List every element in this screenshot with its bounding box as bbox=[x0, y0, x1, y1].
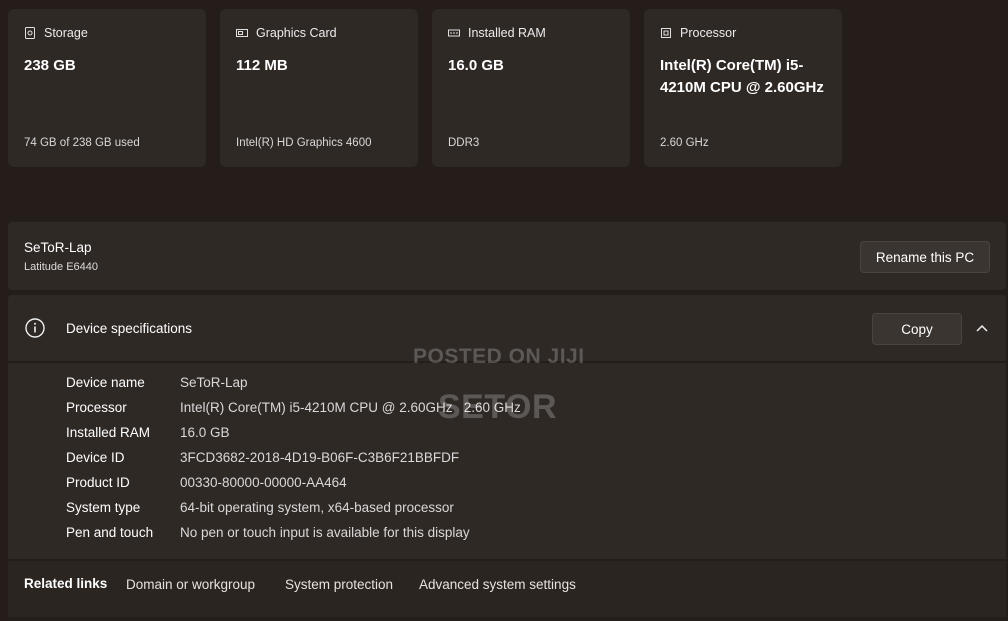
spec-value: 16.0 GB bbox=[180, 425, 230, 440]
graphics-card-sub: Intel(R) HD Graphics 4600 bbox=[236, 137, 372, 149]
storage-card: Storage 238 GB 74 GB of 238 GB used bbox=[8, 9, 206, 167]
processor-card: Processor Intel(R) Core(TM) i5-4210M CPU… bbox=[644, 9, 842, 167]
spec-row-device-id: Device ID 3FCD3682-2018-4D19-B06F-C3B6F2… bbox=[66, 450, 459, 465]
spec-label: System type bbox=[66, 500, 141, 515]
graphics-card-label: Graphics Card bbox=[256, 26, 337, 40]
storage-card-label: Storage bbox=[44, 26, 88, 40]
ram-card-sub: DDR3 bbox=[448, 137, 480, 149]
graphics-card-value: 112 MB bbox=[236, 57, 288, 74]
spec-row-installed-ram: Installed RAM 16.0 GB bbox=[66, 425, 230, 440]
storage-card-header: Storage bbox=[24, 26, 88, 40]
info-icon bbox=[25, 318, 45, 338]
ram-card: Installed RAM 16.0 GB DDR3 bbox=[432, 9, 630, 167]
spec-value: 64-bit operating system, x64-based proce… bbox=[180, 500, 454, 515]
device-specifications-title: Device specifications bbox=[66, 321, 193, 336]
pc-model: Latitude E6440 bbox=[24, 261, 99, 273]
spec-value: SeToR-Lap bbox=[180, 375, 248, 390]
device-specifications-body: Device name SeToR-Lap Processor Intel(R)… bbox=[8, 363, 1006, 559]
related-links-label: Related links bbox=[24, 576, 108, 591]
ram-card-value: 16.0 GB bbox=[448, 57, 504, 74]
spec-row-processor: Processor Intel(R) Core(TM) i5-4210M CPU… bbox=[66, 400, 521, 415]
storage-icon bbox=[25, 27, 35, 39]
device-specifications-header[interactable]: Device specifications Copy bbox=[8, 295, 1006, 361]
graphics-card-icon bbox=[236, 29, 248, 37]
advanced-system-settings-link[interactable]: Advanced system settings bbox=[419, 577, 576, 592]
pc-name: SeToR-Lap bbox=[24, 240, 92, 255]
spec-row-system-type: System type 64-bit operating system, x64… bbox=[66, 500, 454, 515]
processor-card-label: Processor bbox=[680, 26, 737, 40]
related-links-bar: Related links Domain or workgroup System… bbox=[8, 561, 1006, 617]
spec-value: 3FCD3682-2018-4D19-B06F-C3B6F21BBFDF bbox=[180, 450, 460, 465]
copy-specs-button[interactable]: Copy bbox=[872, 313, 962, 345]
system-protection-link[interactable]: System protection bbox=[285, 577, 393, 592]
processor-card-sub: 2.60 GHz bbox=[660, 137, 709, 149]
graphics-card-card: Graphics Card 112 MB Intel(R) HD Graphic… bbox=[220, 9, 418, 167]
spec-value: Intel(R) Core(TM) i5-4210M CPU @ 2.60GHz… bbox=[180, 400, 521, 415]
graphics-card-header: Graphics Card bbox=[236, 26, 337, 40]
rename-pc-button[interactable]: Rename this PC bbox=[860, 241, 990, 273]
spec-value: No pen or touch input is available for t… bbox=[180, 525, 470, 540]
storage-card-sub: 74 GB of 238 GB used bbox=[24, 137, 140, 149]
processor-card-value: Intel(R) Core(TM) i5-4210M CPU @ 2.60GHz bbox=[660, 57, 824, 96]
spec-row-product-id: Product ID 00330-80000-00000-AA464 bbox=[66, 475, 347, 490]
ram-card-header: Installed RAM bbox=[448, 26, 546, 40]
spec-row-pen-and-touch: Pen and touch No pen or touch input is a… bbox=[66, 525, 470, 540]
spec-label: Processor bbox=[66, 400, 127, 415]
spec-row-device-name: Device name SeToR-Lap bbox=[66, 375, 248, 390]
pc-name-section: SeToR-Lap Latitude E6440 Rename this PC bbox=[8, 222, 1006, 290]
spec-label: Installed RAM bbox=[66, 425, 151, 440]
ram-icon bbox=[448, 29, 460, 37]
processor-icon bbox=[661, 28, 671, 38]
ram-card-label: Installed RAM bbox=[468, 26, 546, 40]
processor-card-header: Processor bbox=[660, 26, 736, 40]
spec-value: 00330-80000-00000-AA464 bbox=[180, 475, 347, 490]
domain-or-workgroup-link[interactable]: Domain or workgroup bbox=[126, 577, 255, 592]
storage-card-value: 238 GB bbox=[24, 57, 76, 74]
spec-label: Device ID bbox=[66, 450, 125, 465]
spec-label: Product ID bbox=[66, 475, 130, 490]
spec-label: Pen and touch bbox=[66, 525, 154, 540]
chevron-up-icon[interactable] bbox=[974, 322, 990, 334]
spec-label: Device name bbox=[66, 375, 145, 390]
